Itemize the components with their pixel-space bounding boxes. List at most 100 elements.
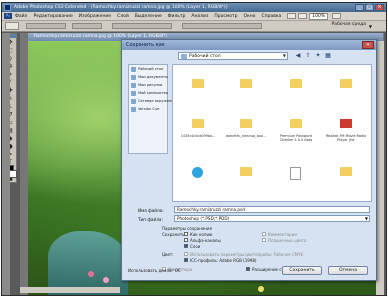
filename-input[interactable]: Ramochky.ramizruzzi ramna.psd [174, 206, 370, 213]
place-computer[interactable]: Мой компьютер [129, 89, 168, 97]
folder-dropdown[interactable]: Рабочий стол ▼ [178, 52, 288, 60]
file-item[interactable] [175, 67, 221, 107]
tool-preset-picker[interactable] [5, 22, 19, 30]
options-segment[interactable] [112, 23, 172, 29]
ext-lower-checkbox[interactable] [246, 267, 250, 271]
file-item[interactable]: Premium Password Checker 1.0.0 Beta [273, 107, 319, 147]
maximize-icon[interactable]: □ [365, 4, 374, 11]
chevron-down-icon[interactable]: ▼ [369, 24, 372, 29]
folder-icon [240, 119, 252, 128]
folder-icon [290, 79, 302, 88]
place-label: Сетевое окружение [138, 99, 176, 103]
menu-analysis[interactable]: Анализ [191, 14, 208, 19]
hand-mode-button[interactable] [298, 13, 308, 19]
file-name: Premium Password Checker 1.0.0 Beta [279, 134, 313, 142]
new-folder-icon[interactable]: ✦ [314, 52, 322, 60]
canvas-flower [103, 277, 109, 283]
close-icon[interactable]: × [375, 4, 384, 11]
close-icon[interactable]: × [362, 41, 374, 49]
menu-layer[interactable]: Слой [117, 14, 129, 19]
network-icon [131, 98, 136, 104]
menu-select[interactable]: Выделение [135, 14, 162, 19]
places-sidebar: Рабочий стол Мои документы Мои рисунки М… [128, 64, 176, 154]
skype-icon [192, 167, 203, 178]
file-item[interactable] [223, 155, 269, 195]
menu-help[interactable]: Справка [261, 14, 281, 19]
version-cue-icon [131, 106, 136, 112]
folder-icon [340, 167, 352, 176]
canvas-flower [88, 271, 94, 277]
file-item[interactable] [175, 155, 221, 195]
document-scrollbar[interactable] [376, 41, 384, 295]
folder-icon [192, 119, 204, 128]
chevron-down-icon: ▼ [282, 53, 286, 58]
file-item[interactable]: 1435c4c0cd099ba... [175, 107, 221, 147]
options-segment[interactable] [72, 23, 102, 29]
radio-icon [340, 119, 352, 128]
file-item[interactable] [273, 67, 319, 107]
workspace-menu[interactable]: Рабочая среда [331, 22, 366, 27]
color-label: Цвет: [162, 252, 174, 257]
layers-label: Слои [190, 244, 201, 249]
back-icon[interactable]: ◀ [294, 52, 302, 60]
file-item[interactable] [273, 155, 319, 195]
layers-checkbox[interactable] [184, 244, 188, 248]
options-segment[interactable] [182, 23, 262, 29]
app-title: Adobe Photoshop CS3 Extended - [Ramochky… [14, 5, 228, 10]
alpha-checkbox[interactable] [184, 238, 188, 242]
dialog-titlebar: Сохранить как × [122, 40, 376, 50]
icc-profile-checkbox[interactable] [184, 258, 188, 262]
screen: Adobe Photoshop CS3 Extended - [Ramochky… [0, 0, 388, 302]
menu-edit[interactable]: Редактирование [33, 14, 72, 19]
cancel-button[interactable]: Отмена [328, 266, 368, 275]
minimize-icon[interactable]: _ [355, 4, 364, 11]
file-name: dotnetfx_cleanup_tool... [225, 134, 267, 138]
spot-colors-label: Плашечные цвета [268, 238, 307, 243]
place-desktop[interactable]: Рабочий стол [129, 65, 167, 73]
background-color-swatch[interactable] [9, 170, 17, 178]
file-item[interactable]: Realtek FM Movie Radio Player (for [323, 107, 369, 147]
options-segment[interactable] [26, 23, 66, 29]
menu-view[interactable]: Просмотр [214, 14, 237, 19]
as-copy-checkbox[interactable] [184, 232, 188, 236]
arrange-button[interactable] [332, 13, 342, 19]
window-controls: _ □ × [355, 4, 384, 11]
app-titlebar: Adobe Photoshop CS3 Extended - [Ramochky… [2, 3, 386, 12]
annotations-checkbox[interactable] [262, 232, 266, 236]
file-item[interactable] [323, 67, 369, 107]
place-pictures[interactable]: Мои рисунки [129, 81, 167, 89]
dialog-toolbar: Рабочий стол ▼ ◀ ⇧ ✦ ▦ [178, 52, 372, 61]
file-list: 1435c4c0cd099ba... dotnetfx_cleanup_tool… [172, 64, 372, 202]
save-button[interactable]: Сохранить [282, 266, 322, 275]
file-item[interactable]: dotnetfx_cleanup_tool... [223, 107, 269, 147]
document-icon [290, 167, 301, 180]
options-title: Параметры сохранения [162, 226, 212, 231]
menu-window[interactable]: Окно [243, 14, 255, 19]
menu-file[interactable]: Файл [15, 14, 27, 19]
chevron-down-icon: ▼ [364, 216, 368, 221]
options-bar: Рабочая среда ▼ [2, 21, 386, 32]
ps-logo-icon: Ps [4, 13, 12, 19]
zoom-field[interactable]: 100% [309, 12, 329, 20]
bridge-button[interactable] [287, 13, 297, 19]
place-network[interactable]: Сетевое окружение [129, 97, 176, 105]
use-os-dialog-button[interactable]: Использовать диалог ОС [128, 268, 181, 273]
canvas-flower [258, 286, 264, 292]
filetype-select[interactable]: Photoshop (*.PSD;*.PDD) ▼ [174, 215, 370, 222]
menu-image[interactable]: Изображение [79, 14, 111, 19]
use-proof-checkbox[interactable] [184, 252, 188, 256]
computer-icon [131, 90, 136, 96]
place-version-cue[interactable]: Version Cue [129, 105, 167, 113]
file-item[interactable] [323, 155, 369, 195]
file-item[interactable] [223, 67, 269, 107]
documents-icon [131, 74, 136, 80]
filetype-value: Photoshop (*.PSD;*.PDD) [177, 216, 230, 221]
up-folder-icon[interactable]: ⇧ [304, 52, 312, 60]
workspace-background [2, 33, 10, 295]
spot-colors-checkbox[interactable] [262, 238, 266, 242]
place-documents[interactable]: Мои документы [129, 73, 168, 81]
menu-filter[interactable]: Фильтр [168, 14, 186, 19]
as-copy-label: Как копию [190, 232, 213, 237]
place-label: Рабочий стол [138, 67, 164, 71]
view-menu-icon[interactable]: ▦ [324, 52, 332, 60]
